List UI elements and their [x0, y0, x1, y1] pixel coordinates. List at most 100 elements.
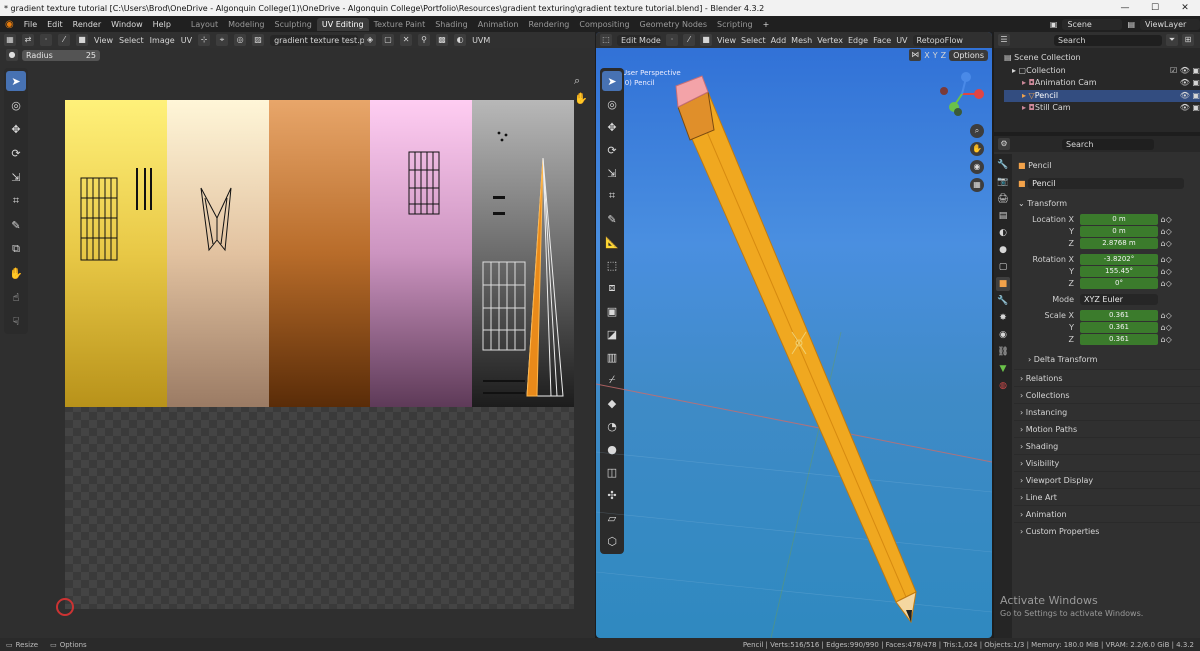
lock-icon[interactable]: ⌂◇	[1158, 267, 1172, 276]
tab-compositing[interactable]: Compositing	[574, 18, 634, 31]
collection-tab-icon[interactable]: ▢	[996, 260, 1010, 274]
physics-tab-icon[interactable]: ◉	[996, 328, 1010, 342]
section-motion-paths[interactable]: › Motion Paths	[1014, 420, 1200, 437]
transform-panel-header[interactable]: ⌄ Transform	[1014, 195, 1200, 211]
properties-search-input[interactable]: Search	[1062, 138, 1154, 150]
section-animation[interactable]: › Animation	[1014, 505, 1200, 522]
object-tab-icon[interactable]: ■	[996, 277, 1010, 291]
grab-tool-icon[interactable]: ✋	[6, 263, 26, 283]
tool-tab-icon[interactable]: 🔧	[996, 158, 1010, 172]
menu-file[interactable]: File	[19, 20, 42, 29]
filter-icon[interactable]: ⏷	[1166, 34, 1178, 46]
output-tab-icon[interactable]: 🖨	[996, 192, 1010, 206]
section-line-art[interactable]: › Line Art	[1014, 488, 1200, 505]
zoom-view-icon[interactable]: ⌕	[970, 124, 984, 138]
close-button[interactable]: ✕	[1170, 3, 1200, 13]
render-tab-icon[interactable]: 📷	[996, 175, 1010, 189]
brush-icon[interactable]: ●	[6, 49, 18, 61]
lock-icon[interactable]: ⌂◇	[1158, 239, 1172, 248]
section-relations[interactable]: › Relations	[1014, 369, 1200, 386]
uv-sync-icon[interactable]: ⇄	[22, 34, 34, 46]
material-tab-icon[interactable]: ◍	[996, 379, 1010, 393]
scene-selector[interactable]: Scene	[1062, 18, 1123, 30]
annotate-tool-icon[interactable]: ✎	[6, 215, 26, 235]
rotation-x-field[interactable]: -3.8202°	[1080, 253, 1158, 265]
world-tab-icon[interactable]: ●	[996, 243, 1010, 257]
rotation-mode-select[interactable]: XYZ Euler	[1080, 293, 1158, 305]
pan-icon[interactable]: ✋	[574, 92, 588, 105]
collection-check-icon[interactable]: ☑ 👁 ▣	[1170, 65, 1200, 78]
rip-tool-icon[interactable]: ⧉	[6, 239, 26, 259]
delta-transform-header[interactable]: › Delta Transform	[1014, 351, 1200, 367]
maximize-button[interactable]: ☐	[1140, 3, 1170, 13]
section-shading[interactable]: › Shading	[1014, 437, 1200, 454]
image-browse-icon[interactable]: ▨	[252, 34, 265, 46]
location-y-field[interactable]: 0 m	[1080, 225, 1158, 237]
view-layer-tab-icon[interactable]: ▤	[996, 209, 1010, 223]
uv-menu-image[interactable]: Image	[150, 36, 175, 45]
display-channels-icon[interactable]: ▩	[436, 34, 449, 46]
lock-icon[interactable]: ⌂◇	[1158, 335, 1172, 344]
scale-tool-icon[interactable]: ⇲	[6, 167, 26, 187]
outliner-editor-icon[interactable]: ☰	[998, 34, 1010, 46]
uv-image-canvas[interactable]	[56, 100, 574, 616]
grid-view-icon[interactable]: ▦	[970, 178, 984, 192]
visibility-icon[interactable]: 👁 ▣	[1180, 102, 1200, 115]
outliner-item-pencil[interactable]: ▸ ▽ Pencil 👁 ▣	[1004, 89, 1200, 103]
scene-tab-icon[interactable]: ◐	[996, 226, 1010, 240]
visibility-icon[interactable]: 👁 ▣	[1180, 90, 1200, 103]
uv-menu-select[interactable]: Select	[119, 36, 144, 45]
zoom-icon[interactable]: ⌕	[574, 74, 580, 88]
tab-scripting[interactable]: Scripting	[712, 18, 758, 31]
particles-tab-icon[interactable]: ✸	[996, 311, 1010, 325]
new-collection-icon[interactable]: ⊞	[1182, 34, 1194, 46]
data-tab-icon[interactable]: ▼	[996, 362, 1010, 376]
pinch-tool-icon[interactable]: ☟	[6, 311, 26, 331]
tab-rendering[interactable]: Rendering	[524, 18, 575, 31]
relax-tool-icon[interactable]: ☝	[6, 287, 26, 307]
face-select-icon[interactable]: ■	[76, 34, 88, 46]
lock-icon[interactable]: ⌂◇	[1158, 311, 1172, 320]
tab-sculpting[interactable]: Sculpting	[270, 18, 317, 31]
lock-icon[interactable]: ⌂◇	[1158, 279, 1172, 288]
section-collections[interactable]: › Collections	[1014, 386, 1200, 403]
proportional-icon[interactable]: ◎	[234, 34, 247, 46]
scale-y-field[interactable]: 0.361	[1080, 321, 1158, 333]
rotate-tool-icon[interactable]: ⟳	[6, 143, 26, 163]
modifier-tab-icon[interactable]: 🔧	[996, 294, 1010, 308]
lock-icon[interactable]: ⌂◇	[1158, 255, 1172, 264]
scale-z-field[interactable]: 0.361	[1080, 333, 1158, 345]
collection-row[interactable]: ▸ ▢ Collection ☑ 👁 ▣	[1004, 65, 1200, 78]
tab-uv-editing[interactable]: UV Editing	[316, 17, 369, 31]
view-layer-selector[interactable]: ViewLayer	[1140, 18, 1200, 30]
section-custom-properties[interactable]: › Custom Properties	[1014, 522, 1200, 539]
camera-view-icon[interactable]: ◉	[970, 160, 984, 174]
edge-select-icon[interactable]: ⁄	[58, 34, 70, 46]
pivot-icon[interactable]: ⊹	[198, 34, 211, 46]
uv-menu-uv[interactable]: UV	[181, 36, 192, 45]
tab-modeling[interactable]: Modeling	[223, 18, 269, 31]
object-name-field[interactable]: Pencil	[1028, 177, 1185, 189]
unlink-icon[interactable]: ✕	[400, 34, 413, 46]
tab-animation[interactable]: Animation	[473, 18, 524, 31]
new-image-icon[interactable]: ▢	[382, 34, 395, 46]
menu-edit[interactable]: Edit	[42, 20, 68, 29]
properties-editor-icon[interactable]: ⚙	[998, 138, 1010, 150]
scene-collection-row[interactable]: ▤ Scene Collection	[1004, 52, 1200, 65]
radius-field[interactable]: Radius 25	[22, 49, 100, 61]
shield-icon[interactable]: ◈	[364, 34, 377, 46]
menu-render[interactable]: Render	[68, 20, 106, 29]
image-name-field[interactable]: gradient texture test.png	[270, 34, 375, 46]
menu-window[interactable]: Window	[106, 20, 148, 29]
minimize-button[interactable]: —	[1110, 3, 1140, 13]
lock-icon[interactable]: ⌂◇	[1158, 227, 1172, 236]
vertex-select-icon[interactable]: ·	[40, 34, 52, 46]
lock-icon[interactable]: ⌂◇	[1158, 323, 1172, 332]
constraints-tab-icon[interactable]: ⛓	[996, 345, 1010, 359]
location-x-field[interactable]: 0 m	[1080, 213, 1158, 225]
select-tool-icon[interactable]: ➤	[6, 71, 26, 91]
visibility-icon[interactable]: 👁 ▣	[1180, 77, 1200, 90]
outliner-item-animation-cam[interactable]: ▸ ◘ Animation Cam 👁 ▣	[1004, 77, 1200, 90]
location-z-field[interactable]: 2.8768 m	[1080, 237, 1158, 249]
outliner-item-still-cam[interactable]: ▸ ◘ Still Cam 👁 ▣	[1004, 102, 1200, 115]
